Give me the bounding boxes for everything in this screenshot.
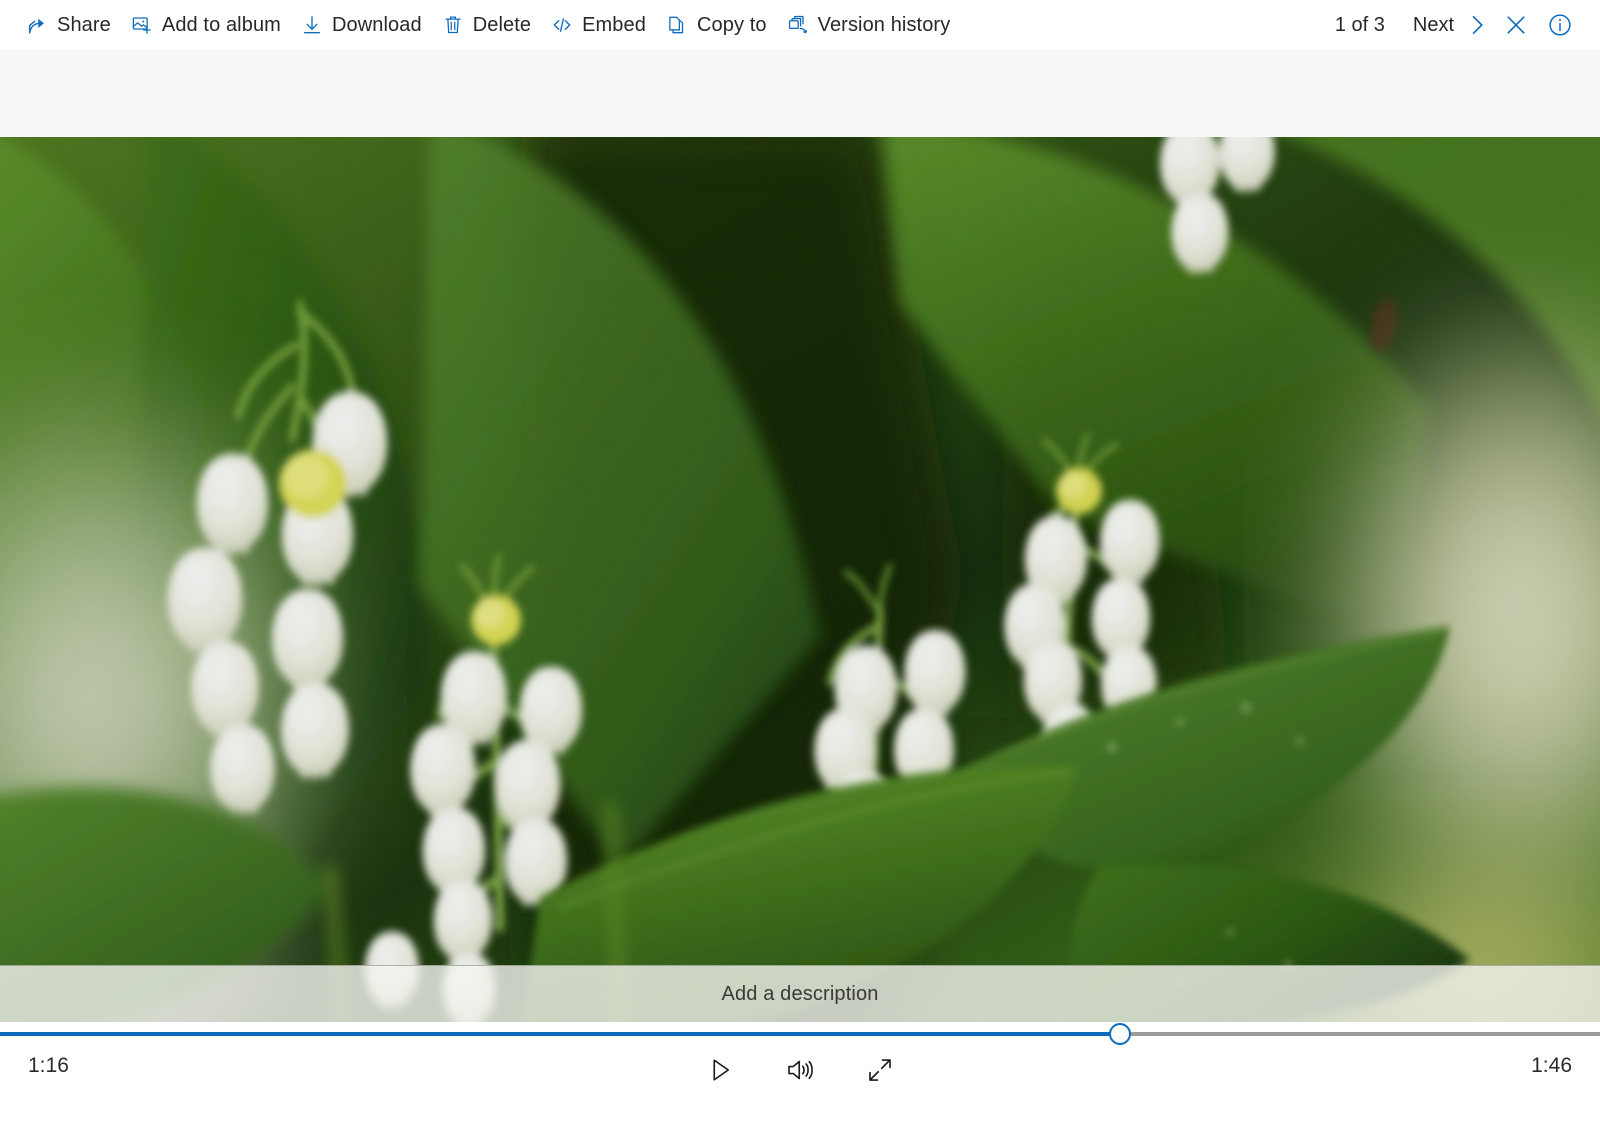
transport-row: 1:16 [0, 1036, 1600, 1104]
volume-button[interactable] [774, 1046, 826, 1094]
media-viewer: Share Add to album [0, 0, 1600, 1134]
delete-button[interactable]: Delete [432, 6, 541, 44]
next-button[interactable]: Next [1409, 6, 1494, 44]
play-icon [705, 1055, 735, 1085]
share-label: Share [57, 15, 111, 35]
copy-icon [666, 14, 688, 36]
secondary-bar [0, 50, 1600, 137]
fullscreen-button[interactable] [854, 1046, 906, 1094]
command-bar-actions: Share Add to album [16, 6, 960, 44]
share-icon [26, 14, 48, 36]
version-history-icon [787, 14, 809, 36]
total-time: 1:46 [1531, 1054, 1572, 1078]
command-bar: Share Add to album [0, 0, 1600, 50]
copy-to-label: Copy to [697, 15, 767, 35]
embed-button[interactable]: Embed [541, 6, 656, 44]
delete-label: Delete [473, 15, 531, 35]
add-to-album-icon [131, 14, 153, 36]
description-placeholder: Add a description [721, 983, 878, 1006]
page-count: 1 of 3 [1335, 14, 1385, 37]
info-button[interactable] [1538, 5, 1582, 45]
current-time: 1:16 [28, 1054, 69, 1078]
close-icon [1503, 12, 1529, 38]
close-button[interactable] [1494, 5, 1538, 45]
info-icon [1547, 12, 1573, 38]
copy-to-button[interactable]: Copy to [656, 6, 777, 44]
download-icon [301, 14, 323, 36]
play-button[interactable] [694, 1046, 746, 1094]
fullscreen-icon [865, 1055, 895, 1085]
volume-icon [785, 1055, 815, 1085]
add-to-album-label: Add to album [162, 15, 281, 35]
embed-label: Embed [582, 15, 646, 35]
transport-controls [694, 1046, 906, 1094]
chevron-right-icon [1464, 12, 1490, 38]
command-bar-navigation: 1 of 3 Next [1335, 5, 1586, 45]
version-history-button[interactable]: Version history [777, 6, 961, 44]
video-frame[interactable] [0, 137, 1600, 1022]
share-button[interactable]: Share [16, 6, 121, 44]
trash-icon [442, 14, 464, 36]
download-button[interactable]: Download [291, 6, 432, 44]
media-stage[interactable]: Add a description [0, 137, 1600, 1022]
version-history-label: Version history [818, 15, 951, 35]
description-field[interactable]: Add a description [0, 965, 1600, 1022]
lily-of-the-valley-photo [0, 137, 1600, 1022]
next-label: Next [1413, 14, 1454, 37]
add-to-album-button[interactable]: Add to album [121, 6, 291, 44]
player-bar: 1:16 [0, 1022, 1600, 1134]
embed-code-icon [551, 14, 573, 36]
download-label: Download [332, 15, 422, 35]
